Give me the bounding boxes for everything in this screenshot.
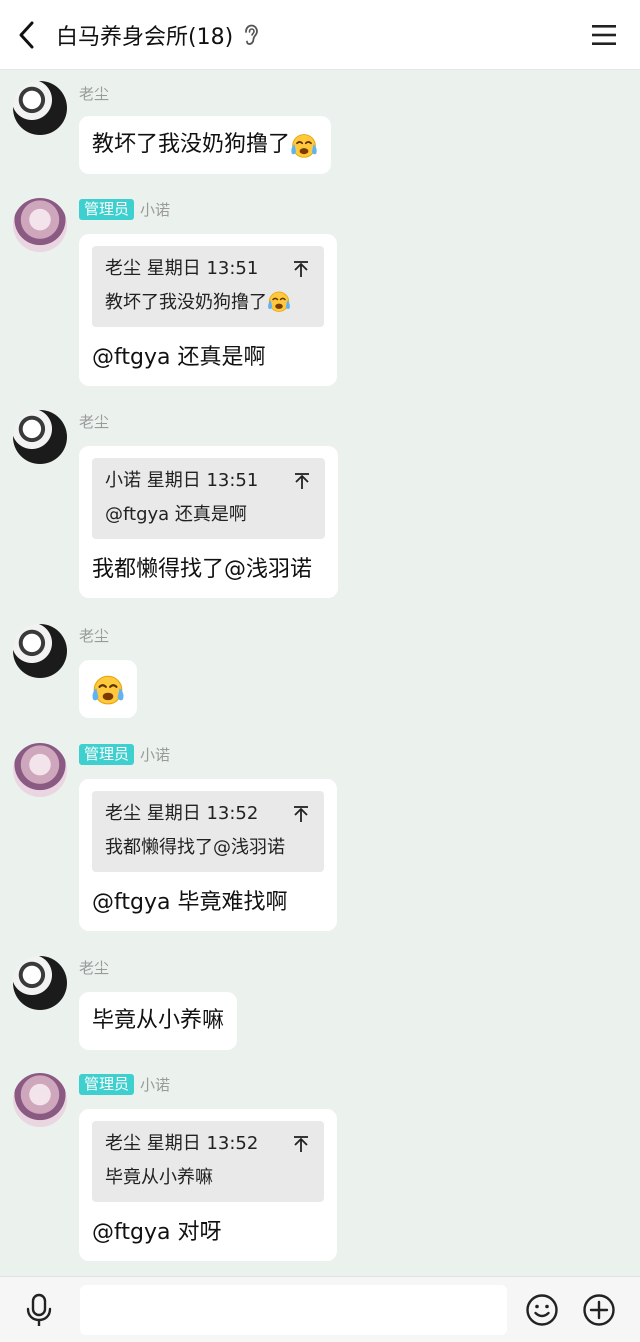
message-text: 教坏了我没奶狗撸了 xyxy=(92,132,291,157)
chevron-left-icon xyxy=(19,21,34,48)
message-bubble[interactable]: 老尘 星期日 13:52 毕竟从小养嘛 @ftgya 对呀 xyxy=(79,1109,337,1261)
admin-badge: 管理员 xyxy=(79,198,135,220)
sender-line: 老尘 xyxy=(79,82,109,104)
smiley-icon[interactable] xyxy=(525,1293,559,1327)
message-bubble[interactable]: 毕竟从小养嘛 xyxy=(79,992,238,1050)
message-text: @ftgya 对呀 xyxy=(92,1220,222,1245)
jump-to-quote-icon[interactable] xyxy=(292,1135,310,1153)
message-bubble[interactable]: 小诺 星期日 13:51 @ftgya 还真是啊 我都懒得找了@浅羽诺 xyxy=(79,446,338,598)
plus-circle-icon[interactable] xyxy=(582,1293,616,1327)
sender-line: 管理员 小诺 xyxy=(79,743,170,765)
quoted-message[interactable]: 老尘 星期日 13:52 毕竟从小养嘛 xyxy=(92,1121,324,1202)
message-text: @ftgya 毕竟难找啊 xyxy=(92,890,288,915)
message-bubble[interactable]: 教坏了我没奶狗撸了 xyxy=(79,116,332,174)
avatar[interactable] xyxy=(13,1073,67,1127)
sender-line: 老尘 xyxy=(79,624,109,646)
sender-name: 小诺 xyxy=(140,1075,171,1094)
sender-name: 老尘 xyxy=(79,412,110,431)
sender-name: 小诺 xyxy=(140,745,171,764)
chat-title-text: 白马养身会所(18) xyxy=(56,24,234,50)
crying-face-icon xyxy=(290,131,318,159)
jump-to-quote-icon[interactable] xyxy=(292,805,310,823)
quote-body-text: 教坏了我没奶狗撸了 xyxy=(105,292,267,313)
quote-header: 老尘 星期日 13:52 xyxy=(105,803,259,824)
quote-header: 老尘 星期日 13:51 xyxy=(105,258,259,279)
quoted-message[interactable]: 老尘 星期日 13:52 我都懒得找了@浅羽诺 xyxy=(92,791,324,872)
sender-name: 老尘 xyxy=(79,626,110,645)
avatar[interactable] xyxy=(13,81,67,135)
sender-name: 老尘 xyxy=(79,84,110,103)
jump-to-quote-icon[interactable] xyxy=(292,260,310,278)
message-text: 我都懒得找了@浅羽诺 xyxy=(92,557,313,582)
quote-body: 教坏了我没奶狗撸了 xyxy=(105,292,311,314)
chat-title: 白马养身会所(18) xyxy=(56,19,259,51)
avatar[interactable] xyxy=(13,624,67,678)
crying-face-icon xyxy=(267,289,291,313)
message-list[interactable]: 老尘 教坏了我没奶狗撸了 管理员 小诺 老尘 星期日 13:51 教坏了我没奶狗… xyxy=(0,70,640,1276)
menu-button[interactable] xyxy=(590,21,618,49)
sender-name: 小诺 xyxy=(140,200,171,219)
message-input[interactable] xyxy=(80,1285,507,1335)
message-bubble[interactable]: 老尘 星期日 13:51 教坏了我没奶狗撸了 @ftgya 还真是啊 xyxy=(79,234,337,386)
microphone-icon[interactable] xyxy=(22,1293,56,1327)
quote-body: @ftgya 还真是啊 xyxy=(105,504,247,525)
sender-line: 管理员 小诺 xyxy=(79,1073,170,1095)
avatar[interactable] xyxy=(13,410,67,464)
sender-name: 老尘 xyxy=(79,958,110,977)
admin-badge: 管理员 xyxy=(79,1073,135,1095)
input-bar xyxy=(0,1276,640,1342)
message-bubble[interactable] xyxy=(79,660,137,718)
message-text: @ftgya 还真是啊 xyxy=(92,345,266,370)
avatar[interactable] xyxy=(13,198,67,252)
sender-line: 老尘 xyxy=(79,956,109,978)
admin-badge: 管理员 xyxy=(79,743,135,765)
avatar[interactable] xyxy=(13,743,67,797)
crying-face-icon xyxy=(91,672,125,706)
message-bubble[interactable]: 老尘 星期日 13:52 我都懒得找了@浅羽诺 @ftgya 毕竟难找啊 xyxy=(79,779,337,931)
hamburger-menu-icon xyxy=(592,25,616,45)
chat-header: 白马养身会所(18) xyxy=(0,0,640,70)
quoted-message[interactable]: 小诺 星期日 13:51 @ftgya 还真是啊 xyxy=(92,458,325,539)
quote-header: 老尘 星期日 13:52 xyxy=(105,1133,259,1154)
quoted-message[interactable]: 老尘 星期日 13:51 教坏了我没奶狗撸了 xyxy=(92,246,324,327)
quote-body: 我都懒得找了@浅羽诺 xyxy=(105,837,285,858)
message-text: 毕竟从小养嘛 xyxy=(92,1008,225,1033)
ear-icon xyxy=(243,24,259,46)
quote-body: 毕竟从小养嘛 xyxy=(105,1167,213,1188)
back-button[interactable] xyxy=(0,0,54,70)
sender-line: 管理员 小诺 xyxy=(79,198,170,220)
avatar[interactable] xyxy=(13,956,67,1010)
quote-header: 小诺 星期日 13:51 xyxy=(105,470,259,491)
jump-to-quote-icon[interactable] xyxy=(293,472,311,490)
sender-line: 老尘 xyxy=(79,410,109,432)
